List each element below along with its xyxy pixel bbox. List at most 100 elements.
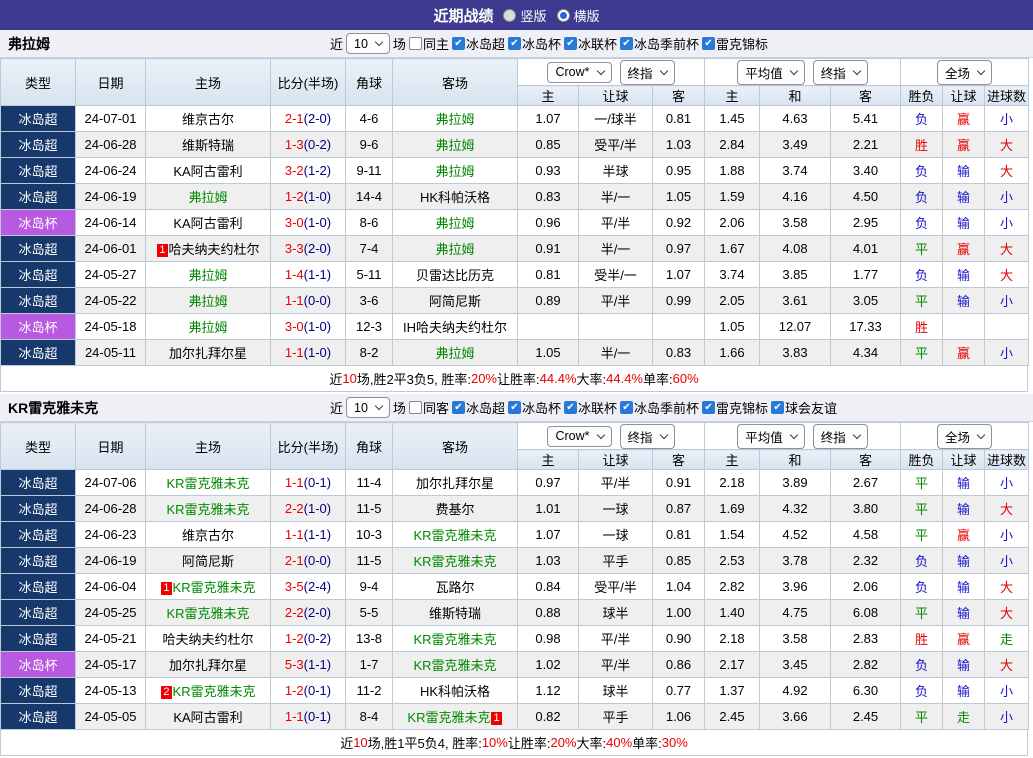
away-team-name: 贝雷达比历克	[415, 268, 494, 283]
date-cell: 24-06-04	[75, 573, 146, 600]
radio-checked-icon[interactable]	[556, 8, 570, 22]
result-cell: 负	[900, 677, 943, 704]
home-team-name: 弗拉姆	[188, 268, 228, 283]
radio-horizontal-layout[interactable]: 横版	[556, 6, 600, 25]
checkbox-checked-icon[interactable]: ✔	[507, 401, 521, 414]
checkbox-unchecked-icon[interactable]	[408, 37, 422, 50]
sub-header-avg-home: 主	[704, 85, 760, 106]
avg-time-select[interactable]: 终指	[812, 423, 868, 449]
filter-checkbox[interactable]: ✔ 冰岛超	[451, 398, 505, 417]
filter-checkbox[interactable]: ✔ 冰联杯	[563, 34, 617, 53]
checkbox-checked-icon[interactable]: ✔	[771, 401, 785, 414]
result-cell: 负	[900, 261, 943, 288]
handicap-odds-cell: 球半	[578, 599, 653, 626]
away-team-name: 费基尔	[435, 502, 475, 517]
result-cell: 负	[900, 183, 943, 210]
checkbox-checked-icon[interactable]: ✔	[620, 401, 633, 414]
checkbox-unchecked-icon[interactable]	[408, 401, 422, 414]
filter-checkbox[interactable]: ✔ 雷克锦标	[702, 34, 768, 53]
filter-bar: KR雷克雅未克 近 10 场 同客 ✔ 冰岛超 ✔ 冰岛杯 ✔ 冰联杯 ✔ 冰岛季前杯 ✔ 雷克锦标…	[0, 394, 1033, 422]
halftime-score: (0-0)	[303, 293, 332, 308]
table-row: 冰岛超 24-06-28 KR雷克雅未克 2-2(1-0) 11-5 费基尔 1.01 一球 0…	[0, 495, 1029, 522]
score-cell: 1-4(1-1)	[270, 261, 346, 288]
avg-source-select[interactable]: 平均值	[737, 423, 805, 449]
away-team-cell: 瓦路尔	[392, 573, 518, 600]
home-team-cell: 维京古尔	[145, 105, 271, 132]
league-type-cell: 冰岛超	[0, 547, 76, 574]
result-cell: 负	[900, 651, 943, 678]
recent-count-select[interactable]: 10	[346, 33, 390, 54]
sub-header-avg-draw: 和	[759, 85, 831, 106]
score-cell: 1-3(0-2)	[270, 131, 346, 158]
away-team-cell: HK科帕沃格	[392, 183, 518, 210]
checkbox-checked-icon[interactable]: ✔	[507, 37, 521, 50]
halftime-score: (1-0)	[303, 345, 332, 360]
filter-checkbox[interactable]: ✔ 冰联杯	[563, 398, 617, 417]
average-odds-cell: 3.80	[830, 495, 901, 522]
radio-vertical-layout[interactable]: 竖版	[503, 6, 547, 25]
games-label: 场	[392, 37, 406, 52]
away-team-name: 弗拉姆	[435, 216, 475, 231]
odds-time-select[interactable]: 终指	[619, 423, 675, 449]
home-team-cell: 维京古尔	[145, 521, 271, 548]
away-team-cell: 贝雷达比历克	[392, 261, 518, 288]
handicap-odds-cell: 1.00	[652, 599, 705, 626]
league-checkbox-group: 同客 ✔ 冰岛超 ✔ 冰岛杯 ✔ 冰联杯 ✔ 冰岛季前杯 ✔ 雷克锦标 ✔ 球会友谊	[408, 398, 837, 417]
checkbox-checked-icon[interactable]: ✔	[451, 401, 465, 414]
filter-checkbox[interactable]: ✔ 冰岛超	[451, 34, 505, 53]
average-odds-cell: 6.08	[830, 599, 901, 626]
corners-cell: 11-2	[345, 677, 393, 704]
average-odds-cell: 3.61	[759, 287, 831, 314]
checkbox-checked-icon[interactable]: ✔	[563, 37, 577, 50]
filter-checkbox[interactable]: ✔ 冰岛杯	[507, 398, 561, 417]
checkbox-checked-icon[interactable]: ✔	[620, 37, 633, 50]
average-odds-cell: 1.59	[704, 183, 760, 210]
topbar: 近期战绩 竖版 横版	[0, 0, 1033, 30]
filter-checkbox[interactable]: ✔ 雷克锦标	[702, 398, 768, 417]
result-cell: 输	[942, 287, 985, 314]
filter-checkbox[interactable]: ✔ 冰岛杯	[507, 34, 561, 53]
result-cell: 大	[984, 235, 1029, 262]
away-team-cell: 弗拉姆	[392, 209, 518, 236]
fulltime-score: 1-2	[284, 189, 304, 204]
filter-checkbox[interactable]: 同客	[408, 398, 449, 417]
filter-checkbox[interactable]: ✔ 冰岛季前杯	[620, 398, 699, 417]
halftime-score: (1-1)	[303, 267, 332, 282]
summary-text: 单率:	[643, 372, 673, 387]
checkbox-checked-icon[interactable]: ✔	[563, 401, 577, 414]
avg-time-select[interactable]: 终指	[812, 59, 868, 85]
filter-checkbox[interactable]: 同主	[408, 34, 449, 53]
odds-source-select[interactable]: Crow*	[547, 425, 612, 447]
average-odds-cell: 17.33	[830, 313, 901, 340]
recent-count-select[interactable]: 10	[346, 397, 390, 418]
average-odds-cell: 1.45	[704, 105, 760, 132]
handicap-odds-cell: 0.88	[517, 599, 579, 626]
handicap-odds-cell: 1.05	[652, 183, 705, 210]
result-cell: 小	[984, 677, 1029, 704]
corners-cell: 1-7	[345, 651, 393, 678]
checkbox-checked-icon[interactable]: ✔	[702, 401, 716, 414]
avg-source-select[interactable]: 平均值	[737, 59, 805, 85]
home-team-name: 加尔扎拜尔星	[168, 658, 247, 673]
filter-checkbox[interactable]: ✔ 球会友谊	[771, 398, 837, 417]
handicap-odds-cell: 0.83	[517, 183, 579, 210]
radio-unchecked-icon[interactable]	[503, 8, 517, 22]
result-cell: 小	[984, 105, 1029, 132]
corners-cell: 9-11	[345, 157, 393, 184]
date-cell: 24-07-01	[75, 105, 146, 132]
select-label: 终指	[820, 66, 846, 81]
odds-time-select[interactable]: 终指	[619, 59, 675, 85]
home-team-name: KR雷克雅未克	[172, 684, 256, 699]
average-odds-cell: 2.83	[830, 625, 901, 652]
scope-select[interactable]: 全场	[936, 59, 992, 85]
sub-header-avg-away: 客	[830, 449, 901, 470]
filter-checkbox[interactable]: ✔ 冰岛季前杯	[620, 34, 699, 53]
odds-source-select[interactable]: Crow*	[547, 61, 612, 83]
checkbox-checked-icon[interactable]: ✔	[451, 37, 465, 50]
away-team-cell: 弗拉姆	[392, 131, 518, 158]
table-row: 冰岛杯 24-05-17 加尔扎拜尔星 5-3(1-1) 1-7 KR雷克雅未克 1.02 平…	[0, 651, 1029, 678]
corners-cell: 8-4	[345, 703, 393, 730]
scope-select[interactable]: 全场	[936, 423, 992, 449]
date-cell: 24-06-14	[75, 209, 146, 236]
checkbox-checked-icon[interactable]: ✔	[702, 37, 716, 50]
